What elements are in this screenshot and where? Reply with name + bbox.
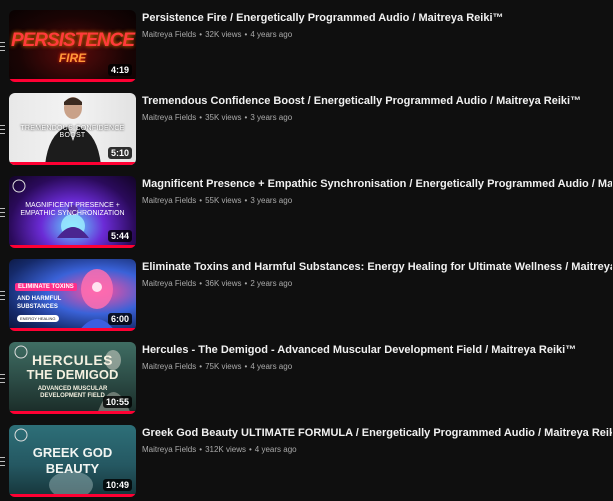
- video-title[interactable]: Hercules - The Demigod - Advanced Muscul…: [142, 344, 612, 356]
- video-meta: Maitreya Fields • 75K views • 4 years ago: [142, 362, 292, 371]
- video-meta: Maitreya Fields • 312K views • 4 years ago: [142, 445, 297, 454]
- upload-age: 3 years ago: [250, 113, 293, 122]
- channel-name[interactable]: Maitreya Fields: [142, 279, 196, 288]
- duration-badge: 10:49: [102, 479, 132, 491]
- drag-handle-icon[interactable]: [0, 457, 5, 466]
- duration-badge: 6:00: [107, 313, 132, 325]
- thumbnail-subtitle-text: FIRE: [58, 51, 87, 65]
- duration-badge: 10:55: [102, 396, 132, 408]
- upload-age: 4 years ago: [250, 362, 293, 371]
- channel-name[interactable]: Maitreya Fields: [142, 196, 196, 205]
- view-count: 32K views: [205, 30, 242, 39]
- separator: •: [199, 279, 203, 288]
- view-count: 35K views: [205, 113, 242, 122]
- upload-age: 4 years ago: [250, 30, 293, 39]
- view-count: 55K views: [205, 196, 242, 205]
- watched-progress-bar: [9, 79, 136, 82]
- view-count: 75K views: [205, 362, 242, 371]
- video-thumbnail[interactable]: PERSISTENCE FIRE 4:19: [9, 10, 136, 82]
- separator: •: [244, 196, 248, 205]
- playlist-item[interactable]: PERSISTENCE FIRE 4:19 Persistence Fire /…: [0, 10, 613, 86]
- thumbnail-title-text: ELIMINATE TOXINS: [15, 283, 77, 291]
- thumbnail-title-text: HERCULES: [31, 352, 113, 368]
- video-meta: Maitreya Fields • 55K views • 3 years ago: [142, 196, 292, 205]
- separator: •: [199, 362, 203, 371]
- channel-name[interactable]: Maitreya Fields: [142, 362, 196, 371]
- video-title[interactable]: Persistence Fire / Energetically Program…: [142, 12, 612, 24]
- thumbnail-title-text: PERSISTENCE: [10, 30, 135, 51]
- duration-badge: 4:19: [107, 64, 132, 76]
- video-thumbnail[interactable]: TREMENDOUS CONFIDENCE BOOST 5:10: [9, 93, 136, 165]
- separator: •: [244, 279, 248, 288]
- video-meta: Maitreya Fields • 35K views • 3 years ago: [142, 113, 292, 122]
- playlist-item[interactable]: ELIMINATE TOXINS AND HARMFUL SUBSTANCES …: [0, 259, 613, 335]
- duration-badge: 5:10: [107, 147, 132, 159]
- upload-age: 2 years ago: [250, 279, 293, 288]
- separator: •: [248, 445, 252, 454]
- watched-progress-bar: [9, 328, 136, 331]
- video-thumbnail[interactable]: GREEK GOD BEAUTY 10:49: [9, 425, 136, 497]
- playlist-item[interactable]: MAGNIFICENT PRESENCE + EMPATHIC SYNCHRON…: [0, 176, 613, 252]
- thumbnail-title-text: GREEK GOD: [32, 445, 113, 460]
- drag-handle-icon[interactable]: [0, 42, 5, 51]
- playlist-item[interactable]: HERCULES THE DEMIGOD ADVANCED MUSCULAR D…: [0, 342, 613, 418]
- video-thumbnail[interactable]: MAGNIFICENT PRESENCE + EMPATHIC SYNCHRON…: [9, 176, 136, 248]
- separator: •: [199, 445, 203, 454]
- video-title[interactable]: Magnificent Presence + Empathic Synchron…: [142, 178, 612, 190]
- separator: •: [244, 30, 248, 39]
- thumbnail-title-text: TREMENDOUS CONFIDENCE BOOST: [20, 125, 125, 139]
- separator: •: [199, 113, 203, 122]
- drag-handle-icon[interactable]: [0, 374, 5, 383]
- video-meta: Maitreya Fields • 32K views • 4 years ago: [142, 30, 292, 39]
- separator: •: [199, 196, 203, 205]
- separator: •: [244, 113, 248, 122]
- view-count: 36K views: [205, 279, 242, 288]
- video-title[interactable]: Tremendous Confidence Boost / Energetica…: [142, 95, 612, 107]
- video-thumbnail[interactable]: HERCULES THE DEMIGOD ADVANCED MUSCULAR D…: [9, 342, 136, 414]
- thumbnail-badge-text: ENERGY HEALING: [17, 315, 59, 322]
- video-meta: Maitreya Fields • 36K views • 2 years ago: [142, 279, 292, 288]
- upload-age: 3 years ago: [250, 196, 293, 205]
- video-thumbnail[interactable]: ELIMINATE TOXINS AND HARMFUL SUBSTANCES …: [9, 259, 136, 331]
- thumbnail-subtitle-text: AND HARMFUL SUBSTANCES: [17, 296, 62, 310]
- watched-progress-bar: [9, 411, 136, 414]
- thumbnail-caption-text: ADVANCED MUSCULAR: [37, 386, 108, 392]
- video-title[interactable]: Eliminate Toxins and Harmful Substances:…: [142, 261, 612, 273]
- duration-badge: 5:44: [107, 230, 132, 242]
- watched-progress-bar: [9, 494, 136, 497]
- thumbnail-subtitle-text: BEAUTY: [45, 461, 100, 476]
- watched-progress-bar: [9, 245, 136, 248]
- drag-handle-icon[interactable]: [0, 208, 5, 217]
- upload-age: 4 years ago: [254, 445, 297, 454]
- thumbnail-title-text: MAGNIFICENT PRESENCE +: [25, 202, 120, 209]
- channel-name[interactable]: Maitreya Fields: [142, 113, 196, 122]
- separator: •: [199, 30, 203, 39]
- video-title[interactable]: Greek God Beauty ULTIMATE FORMULA / Ener…: [142, 427, 612, 439]
- playlist-item[interactable]: TREMENDOUS CONFIDENCE BOOST 5:10 Tremend…: [0, 93, 613, 169]
- separator: •: [244, 362, 248, 371]
- thumbnail-subtitle-text: THE DEMIGOD: [26, 367, 119, 382]
- channel-name[interactable]: Maitreya Fields: [142, 445, 196, 454]
- drag-handle-icon[interactable]: [0, 125, 5, 134]
- thumbnail-subtitle-text: EMPATHIC SYNCHRONIZATION: [20, 210, 125, 217]
- channel-name[interactable]: Maitreya Fields: [142, 30, 196, 39]
- view-count: 312K views: [205, 445, 246, 454]
- watched-progress-bar: [9, 162, 136, 165]
- playlist-item[interactable]: GREEK GOD BEAUTY 10:49 Greek God Beauty …: [0, 425, 613, 501]
- drag-handle-icon[interactable]: [0, 291, 5, 300]
